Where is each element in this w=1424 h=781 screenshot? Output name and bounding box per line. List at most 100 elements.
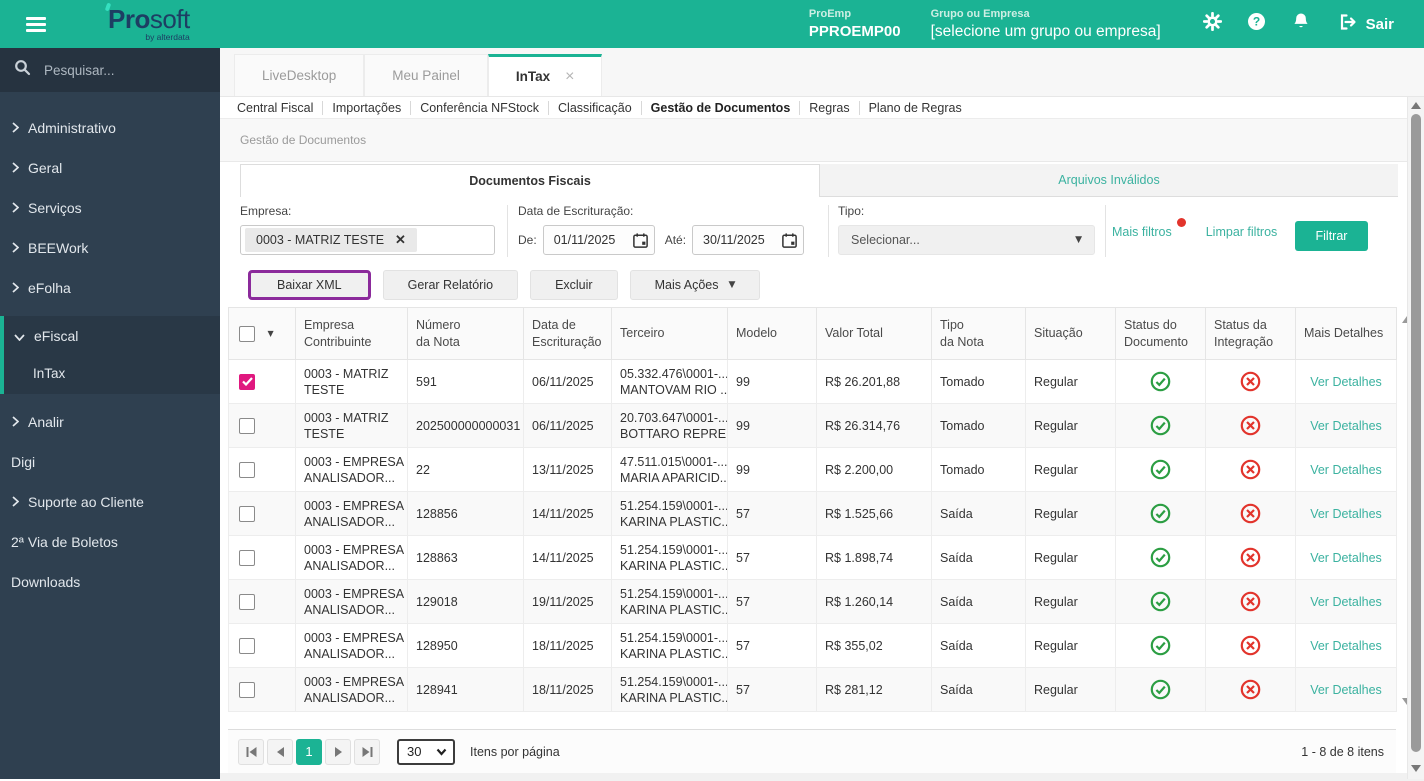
scroll-up-icon[interactable] <box>1411 102 1421 109</box>
tab-documentos-fiscais[interactable]: Documentos Fiscais <box>240 164 820 197</box>
scrollbar-thumb[interactable] <box>1411 114 1421 752</box>
subnav-gestao-de-documentos[interactable]: Gestão de Documentos <box>642 100 801 115</box>
subnav-plano-de-regras[interactable]: Plano de Regras <box>860 101 971 115</box>
close-icon[interactable]: × <box>565 68 574 86</box>
gerar-relatorio-button[interactable]: Gerar Relatório <box>382 270 519 300</box>
baixar-xml-button[interactable]: Baixar XML <box>248 270 371 300</box>
row-checkbox[interactable] <box>239 681 255 698</box>
cell-modelo: 99 <box>727 447 817 492</box>
chevron-down-icon[interactable]: ▼ <box>267 329 273 338</box>
divider <box>1105 205 1106 257</box>
calendar-icon[interactable] <box>632 232 649 249</box>
column-header[interactable]: Tipo da Nota <box>931 307 1026 360</box>
cell-mais-detalhes: Ver Detalhes <box>1295 579 1397 624</box>
next-page-button[interactable] <box>325 738 351 765</box>
help-button[interactable]: ? <box>1235 12 1279 36</box>
chip-remove-icon[interactable]: ✕ <box>395 232 406 248</box>
column-header[interactable]: Mais Detalhes <box>1295 307 1397 360</box>
excluir-button[interactable]: Excluir <box>530 270 618 300</box>
sidebar-item-efolha[interactable]: eFolha <box>0 268 220 308</box>
chevron-down-icon: ▼ <box>728 280 736 290</box>
tab-intax[interactable]: InTax × <box>487 54 603 96</box>
column-header[interactable]: Status do Documento <box>1115 307 1206 360</box>
row-checkbox[interactable] <box>239 373 255 390</box>
page-scrollbar[interactable] <box>1407 97 1424 779</box>
cell-empresa: 0003 - EMPRESA ANALISADOR... <box>295 447 408 492</box>
ver-detalhes-link[interactable]: Ver Detalhes <box>1310 375 1382 389</box>
page-number-button[interactable]: 1 <box>296 738 322 765</box>
page-size-select[interactable]: 30 <box>397 738 455 765</box>
subnav-central-fiscal[interactable]: Central Fiscal <box>228 100 324 115</box>
subnav-importacoes[interactable]: Importações <box>323 100 412 115</box>
mais-filtros-link[interactable]: Mais filtros <box>1112 218 1186 239</box>
settings-button[interactable] <box>1191 11 1235 36</box>
date-from-input[interactable]: 01/11/2025 <box>542 225 655 255</box>
sidebar-item-segunda-via-boletos[interactable]: 2ª Via de Boletos <box>0 522 220 562</box>
ver-detalhes-link[interactable]: Ver Detalhes <box>1310 507 1382 521</box>
ver-detalhes-link[interactable]: Ver Detalhes <box>1310 683 1382 697</box>
column-header[interactable]: Empresa Contribuinte <box>295 307 408 360</box>
sidebar-item-suporte[interactable]: Suporte ao Cliente <box>0 482 220 522</box>
empresa-input[interactable]: 0003 - MATRIZ TESTE ✕ <box>240 225 495 255</box>
select-all-checkbox[interactable] <box>239 325 255 342</box>
column-header[interactable]: Situação <box>1025 307 1116 360</box>
row-checkbox[interactable] <box>239 461 255 478</box>
row-checkbox[interactable] <box>239 505 255 522</box>
cell-data: 06/11/2025 <box>523 359 612 404</box>
sidebar-item-digi[interactable]: Digi <box>0 442 220 482</box>
sidebar-item-geral[interactable]: Geral <box>0 148 220 188</box>
tipo-select[interactable]: Selecionar... ▼ <box>838 225 1095 255</box>
logout-button[interactable]: Sair <box>1339 13 1394 35</box>
column-header[interactable]: Modelo <box>727 307 817 360</box>
breadcrumb-row: Gestão de Documentos <box>220 119 1424 162</box>
empresa-filter: Empresa: 0003 - MATRIZ TESTE ✕ <box>240 204 495 255</box>
mais-acoes-button[interactable]: Mais Ações ▼ <box>629 270 761 300</box>
notifications-button[interactable] <box>1279 12 1323 36</box>
column-header[interactable]: Data de Escrituração <box>523 307 612 360</box>
search-input[interactable] <box>42 61 192 79</box>
previous-page-button[interactable] <box>267 738 293 765</box>
group-value: [selecione um grupo ou empresa] <box>930 22 1161 40</box>
tab-arquivos-invalidos[interactable]: Arquivos Inválidos <box>820 164 1398 197</box>
row-checkbox[interactable] <box>239 417 255 434</box>
row-checkbox[interactable] <box>239 549 255 566</box>
date-to-input[interactable]: 30/11/2025 <box>692 225 805 255</box>
sidebar-item-beework[interactable]: BEEWork <box>0 228 220 268</box>
limpar-filtros-link[interactable]: Limpar filtros <box>1206 225 1278 239</box>
tab-livedesktop[interactable]: LiveDesktop <box>234 54 365 96</box>
sidebar-item-servicos[interactable]: Serviços <box>0 188 220 228</box>
ver-detalhes-link[interactable]: Ver Detalhes <box>1310 639 1382 653</box>
hamburger-menu-button[interactable] <box>26 14 46 35</box>
group-selector[interactable]: Grupo ou Empresa [selecione um grupo ou … <box>931 8 1161 41</box>
subnav-classificacao[interactable]: Classificação <box>549 100 642 115</box>
column-header[interactable]: Status da Integração <box>1205 307 1296 360</box>
sidebar-item-administrativo[interactable]: Administrativo <box>0 108 220 148</box>
sidebar: Administrativo Geral Serviços BEEWork eF… <box>0 48 220 779</box>
last-page-button[interactable] <box>354 738 380 765</box>
row-checkbox[interactable] <box>239 637 255 654</box>
ver-detalhes-link[interactable]: Ver Detalhes <box>1310 419 1382 433</box>
sidebar-item-intax[interactable]: InTax <box>4 356 220 390</box>
ver-detalhes-link[interactable]: Ver Detalhes <box>1310 463 1382 477</box>
filter-bar: Empresa: 0003 - MATRIZ TESTE ✕ Data de E… <box>240 197 1424 263</box>
column-header[interactable]: Terceiro <box>611 307 728 360</box>
ver-detalhes-link[interactable]: Ver Detalhes <box>1310 595 1382 609</box>
filtrar-button[interactable]: Filtrar <box>1295 221 1368 251</box>
column-header[interactable]: Número da Nota <box>407 307 524 360</box>
proemp-label: ProEmp <box>808 8 852 20</box>
scroll-down-icon[interactable] <box>1411 765 1421 772</box>
row-checkbox[interactable] <box>239 593 255 610</box>
cell-data: 14/11/2025 <box>523 491 612 536</box>
subnav-conferencia-nfstock[interactable]: Conferência NFStock <box>411 100 550 115</box>
ver-detalhes-link[interactable]: Ver Detalhes <box>1310 551 1382 565</box>
column-header[interactable]: Valor Total <box>816 307 932 360</box>
tab-meu-painel[interactable]: Meu Painel <box>364 54 488 96</box>
calendar-icon[interactable] <box>781 232 798 249</box>
cell-data: 06/11/2025 <box>523 403 612 448</box>
sidebar-item-analir[interactable]: Analir <box>0 402 220 442</box>
sidebar-item-efiscal[interactable]: eFiscal <box>4 316 220 356</box>
sidebar-item-downloads[interactable]: Downloads <box>0 562 220 602</box>
subnav-regras[interactable]: Regras <box>800 100 860 115</box>
first-page-button[interactable] <box>238 738 264 765</box>
status-documento-icon <box>1150 371 1171 392</box>
